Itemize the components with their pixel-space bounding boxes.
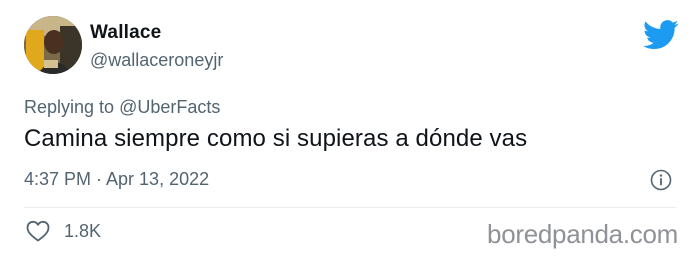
like-count: 1.8K bbox=[64, 221, 102, 241]
author-handle[interactable]: @wallaceroneyjr bbox=[90, 50, 223, 71]
twitter-bird-icon[interactable] bbox=[643, 20, 679, 50]
info-icon[interactable] bbox=[650, 169, 672, 191]
divider bbox=[24, 207, 676, 208]
tweet-timestamp[interactable]: 4:37 PM · Apr 13, 2022 bbox=[24, 169, 209, 190]
replying-prefix: Replying to bbox=[24, 97, 115, 117]
tweet-text: Camina siempre como si supieras a dónde … bbox=[24, 125, 528, 152]
avatar-image bbox=[24, 16, 82, 74]
replying-to-mention[interactable]: @UberFacts bbox=[119, 97, 220, 117]
watermark: boredpanda.com bbox=[487, 219, 678, 249]
heart-icon[interactable] bbox=[26, 220, 50, 242]
author-name[interactable]: Wallace bbox=[90, 22, 161, 44]
avatar[interactable] bbox=[24, 16, 82, 74]
replying-to-line: Replying to @UberFacts bbox=[24, 97, 220, 118]
